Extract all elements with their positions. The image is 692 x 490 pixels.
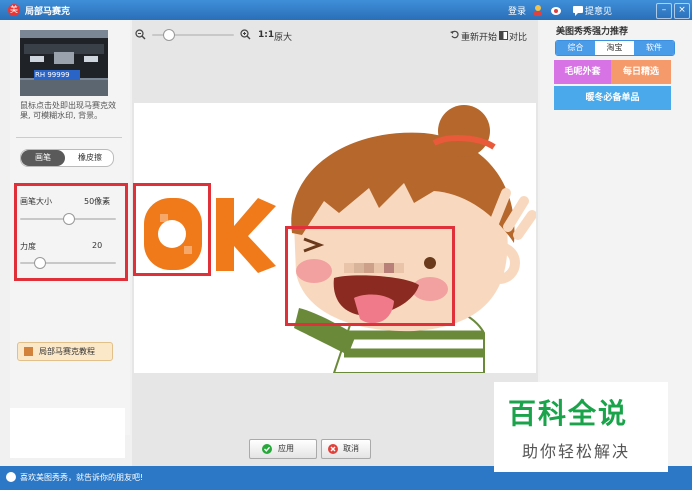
reset-icon[interactable] [450, 30, 459, 39]
cancel-icon [328, 444, 338, 454]
annotation-box-ok [133, 183, 211, 276]
tab-software[interactable]: 软件 [634, 41, 674, 55]
app-logo-icon: 美 [8, 4, 20, 16]
annotation-box-settings [14, 183, 128, 281]
watermark-main: 百科全说 [508, 397, 629, 430]
promo-coat[interactable]: 毛呢外套 [554, 60, 611, 84]
user-icon[interactable] [532, 4, 544, 16]
feedback-icon[interactable] [572, 4, 584, 16]
apply-button[interactable]: 应用 [249, 439, 317, 459]
divider [16, 137, 122, 138]
feedback-link[interactable]: 提意见 [585, 4, 612, 17]
tab-taobao[interactable]: 淘宝 [595, 41, 634, 55]
zoom-slider-knob[interactable] [163, 29, 176, 41]
promo-daily[interactable]: 每日精选 [611, 60, 671, 84]
watermark: 百科全说 助你轻松解决 [494, 382, 668, 472]
window-title: 局部马赛克 [25, 7, 71, 17]
zoom-toolbar: 1:1 原大 重新开始 对比 [132, 26, 530, 44]
ratio-button[interactable]: 1:1 [258, 30, 274, 40]
recommend-tabs: 综合 淘宝 软件 [555, 40, 675, 56]
annotation-box-mosaic [285, 226, 455, 326]
close-button[interactable]: × [674, 3, 690, 19]
reset-button[interactable]: 重新开始 [461, 30, 497, 43]
check-icon [262, 444, 272, 454]
tutorial-button[interactable]: 局部马赛克教程 [17, 342, 113, 361]
license-plate-text: RH 99999 [35, 71, 70, 79]
watermark-sub: 助你轻松解决 [522, 442, 631, 461]
weibo-icon[interactable] [550, 4, 562, 16]
car-image [20, 30, 108, 96]
minimize-button[interactable]: – [656, 3, 672, 19]
original-size-button[interactable]: 原大 [274, 30, 292, 43]
compare-icon[interactable] [499, 31, 508, 40]
brush-eraser-toggle: 画笔 橡皮擦 [20, 149, 114, 167]
blank-area [10, 408, 125, 458]
brush-tab[interactable]: 画笔 [21, 150, 65, 166]
title-bar: 美 局部马赛克 登录 提意见 – × [0, 0, 692, 20]
tutorial-label: 局部马赛克教程 [39, 347, 95, 356]
mosaic-hint: 鼠标点击处即出现马赛克效果, 可模糊水印, 背景。 [20, 101, 116, 120]
speaker-icon [6, 472, 16, 482]
cancel-button[interactable]: 取消 [321, 439, 371, 459]
compare-button[interactable]: 对比 [509, 30, 527, 43]
box-icon [24, 347, 33, 356]
recommend-title: 美图秀秀强力推荐 [556, 27, 629, 37]
zoom-out-icon[interactable] [135, 29, 146, 40]
preview-thumbnail[interactable]: RH 99999 [20, 30, 108, 96]
promo-winter[interactable]: 暖冬必备单品 [554, 86, 671, 110]
zoom-in-icon[interactable] [240, 29, 251, 40]
eraser-tab[interactable]: 橡皮擦 [67, 150, 113, 166]
status-text[interactable]: 喜欢美图秀秀，就告诉你的朋友吧! [20, 472, 143, 483]
tab-general[interactable]: 综合 [556, 41, 595, 55]
login-link[interactable]: 登录 [508, 4, 526, 17]
apply-label: 应用 [278, 444, 294, 453]
cancel-label: 取消 [343, 444, 359, 453]
